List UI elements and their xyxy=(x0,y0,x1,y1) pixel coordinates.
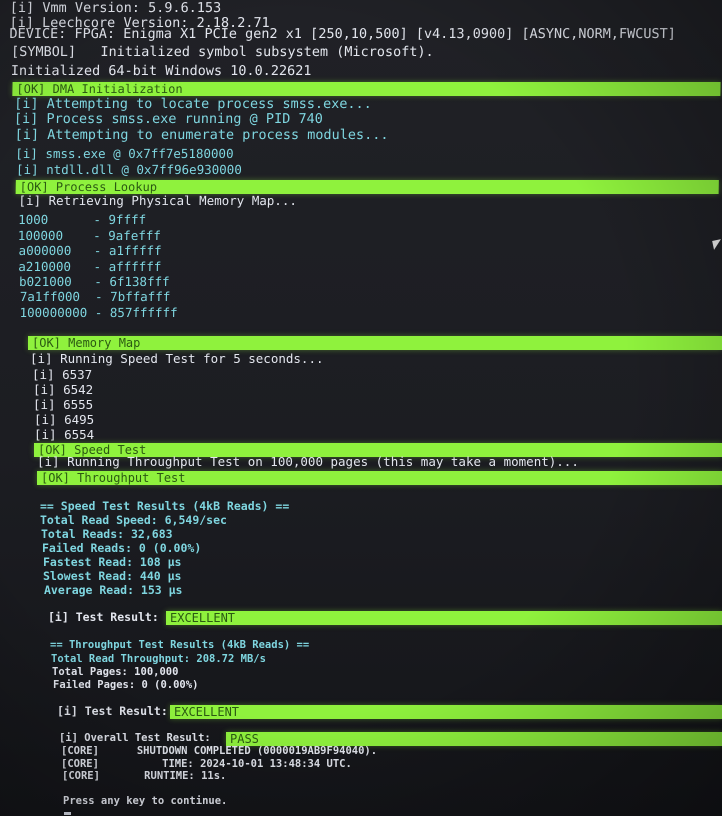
overall-result-line: [i] Overall Test Result: xyxy=(59,733,211,744)
throughput-test-result-value: EXCELLENT xyxy=(174,705,240,719)
slowest-read-line: Slowest Read: 440 µs xyxy=(43,569,182,583)
core-line: [CORE] TIME: 2024-10-01 13:48:34 UTC. xyxy=(61,758,352,770)
press-any-key-prompt: Press any key to continue. xyxy=(63,795,228,807)
average-read-line: Average Read: 153 µs xyxy=(44,583,183,597)
speed-results-header: == Speed Test Results (4kB Reads) == xyxy=(40,499,290,513)
mouse-pointer-icon xyxy=(712,239,722,250)
speed-test-result-value: EXCELLENT xyxy=(170,611,236,625)
speed-test-result-line: [i] Test Result: xyxy=(48,610,166,624)
total-pages-line: Total Pages: 100,000 xyxy=(52,666,179,678)
core-line: [CORE] RUNTIME: 11s. xyxy=(62,770,227,782)
total-read-speed-line: Total Read Speed: 6,549/sec xyxy=(40,513,227,527)
total-read-throughput-line: Total Read Throughput: 208.72 MB/s xyxy=(51,653,266,665)
speed-test-result-label: [i] Test Result: xyxy=(48,610,159,624)
throughput-test-result-label: [i] Test Result: xyxy=(57,704,168,718)
terminal-screen: [i] Vmm Version: 5.9.6.153 [i] Leechcore… xyxy=(0,0,722,816)
throughput-results-header: == Throughput Test Results (4kB Reads) =… xyxy=(50,639,310,651)
overall-result-bar: PASS xyxy=(226,732,722,746)
failed-reads-line: Failed Reads: 0 (0.00%) xyxy=(42,541,202,555)
overall-result-value: PASS xyxy=(230,732,259,746)
throughput-test-result-bar: EXCELLENT xyxy=(170,705,722,719)
total-reads-line: Total Reads: 32,683 xyxy=(41,527,173,541)
overall-result-label: [i] Overall Test Result: xyxy=(59,732,211,744)
terminal-cursor xyxy=(64,812,71,815)
failed-pages-line: Failed Pages: 0 (0.00%) xyxy=(53,679,199,691)
throughput-test-result-line: [i] Test Result: xyxy=(57,704,168,718)
core-line: [CORE] SHUTDOWN COMPLETED (0000019AB9F94… xyxy=(61,745,378,757)
log-lower-block: == Speed Test Results (4kB Reads) == Tot… xyxy=(0,0,722,816)
fastest-read-line: Fastest Read: 108 µs xyxy=(43,555,182,569)
speed-test-result-bar: EXCELLENT xyxy=(166,611,722,625)
